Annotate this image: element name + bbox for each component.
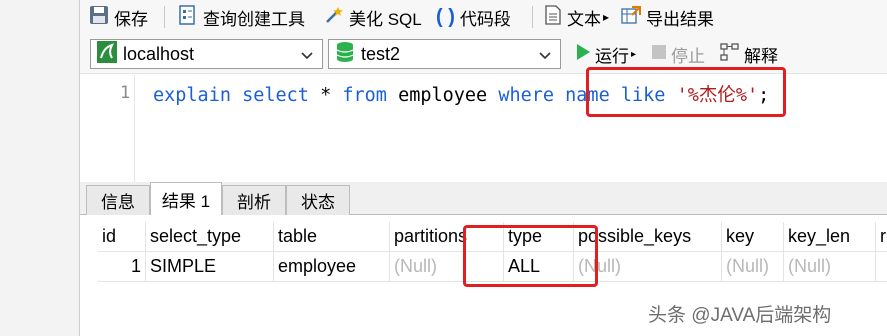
tab-label: 信息 [101,193,135,212]
column-header[interactable]: table [274,222,390,252]
keyword-explain: explain [153,85,231,106]
cell-id[interactable]: 1 [98,252,146,282]
chevron-down-icon[interactable] [538,47,552,68]
dropdown-dot-icon[interactable]: ▸ [603,10,609,24]
connection-select[interactable]: localhost [90,39,323,69]
table-name: employee [398,85,488,106]
tab-status[interactable]: 状态 [286,185,350,215]
highlight-box-type [463,225,598,287]
cell-key-len[interactable]: (Null) [784,252,876,282]
tab-label: 剖析 [237,193,271,212]
left-panel [0,0,80,336]
database-select[interactable]: test2 [328,39,561,69]
explain-label: 解释 [744,46,778,66]
stop-button[interactable]: 停止 [651,42,705,66]
export-results-label: 导出结果 [646,9,714,29]
result-tabs: 信息 结果 1 剖析 状态 [80,182,887,216]
code-snippet-icon: ( ) [436,5,455,28]
connection-value: localhost [123,43,195,64]
beautify-sql-label: 美化 SQL [349,9,422,29]
query-builder-button[interactable]: 查询创建工具 [178,3,305,31]
column-header[interactable]: select_type [146,222,274,252]
toolbar-divider [164,6,165,28]
toolbar: 保存 查询创建工具 美化 SQL ( ) 代码段 文本 ▸ 导出结果 [80,0,887,34]
explain-icon [720,42,740,66]
beautify-icon [324,5,344,30]
cell-rows[interactable] [876,252,887,282]
tab-label: 结果 1 [161,192,211,211]
tab-profile[interactable]: 剖析 [222,185,286,215]
column-header[interactable]: key [722,222,784,252]
dropdown-dot-icon[interactable]: ▸ [631,49,636,60]
database-value: test2 [361,43,401,64]
cell-table[interactable]: employee [274,252,390,282]
keyword-where: where [498,85,555,106]
query-builder-icon [178,4,198,30]
keyword-select: select [242,85,309,106]
tab-result-1[interactable]: 结果 1 [150,182,222,216]
export-results-button[interactable]: 导出结果 [621,3,714,31]
run-button[interactable]: 运行 ▸ [575,42,636,66]
export-icon [621,5,641,30]
save-label: 保存 [114,9,148,29]
save-icon [89,5,109,30]
highlight-box-pattern [586,67,786,117]
cell-select-type[interactable]: SIMPLE [146,252,274,282]
mysql-icon [97,40,117,68]
tab-label: 状态 [301,193,335,212]
query-builder-label: 查询创建工具 [203,9,305,29]
code-snippet-button[interactable]: ( ) 代码段 [436,3,511,31]
column-header[interactable]: key_len [784,222,876,252]
column-header[interactable]: r [876,222,887,252]
cell-key[interactable]: (Null) [722,252,784,282]
line-number: 1 [120,83,131,103]
keyword-from: from [342,85,387,106]
chevron-down-icon[interactable] [300,47,314,68]
token-star: * [320,85,332,106]
code-snippet-label: 代码段 [459,9,511,29]
document-icon [544,4,562,30]
watermark: 头条 @JAVA后端架构 [648,305,832,326]
text-label: 文本 [567,9,601,29]
stop-icon [651,44,667,65]
line-gutter: 1 [80,75,135,182]
text-button[interactable]: 文本 ▸ [544,3,611,31]
toolbar-divider [532,6,533,28]
explain-button[interactable]: 解释 [720,42,778,66]
run-label: 运行 [595,46,629,66]
tab-info[interactable]: 信息 [86,185,150,215]
play-icon [575,43,591,66]
save-button[interactable]: 保存 [89,3,148,31]
column-header[interactable]: id [98,222,146,252]
database-icon [335,41,355,68]
stop-label: 停止 [671,46,705,66]
beautify-sql-button[interactable]: 美化 SQL [324,3,422,31]
